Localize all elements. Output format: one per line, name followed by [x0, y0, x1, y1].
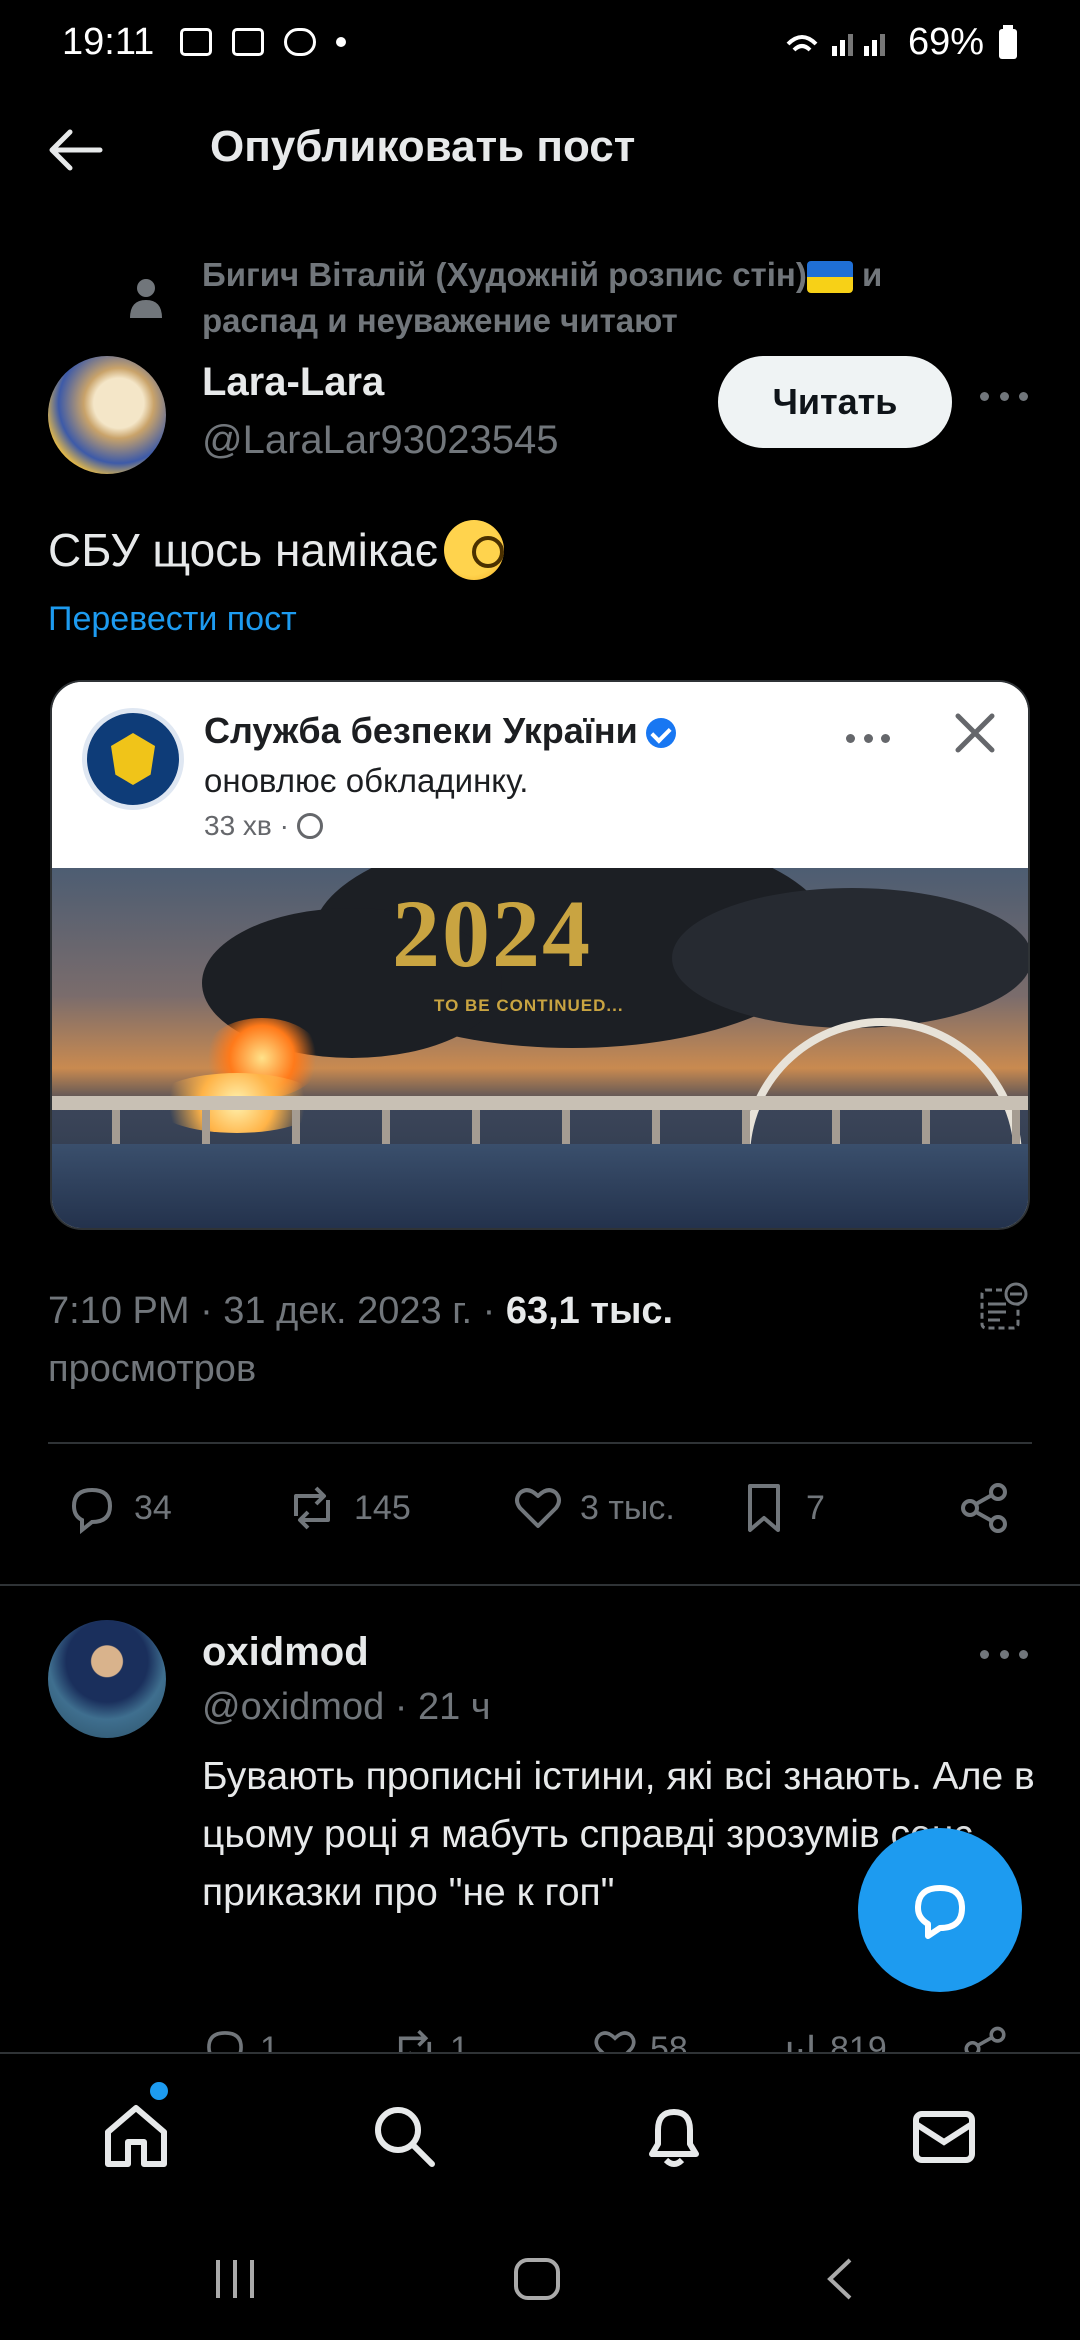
repost-count: 145 [354, 1488, 411, 1527]
gallery-icon [232, 28, 265, 56]
compose-icon [915, 1885, 965, 1939]
analytics-icon[interactable] [978, 1282, 1028, 1332]
translate-link[interactable]: Перевести пост [48, 600, 297, 639]
more-icon[interactable] [980, 1644, 1028, 1664]
signal-icon [786, 34, 885, 56]
card-subtitle: оновлює обкладинку. [204, 762, 529, 799]
post-date: 7:10 PM · 31 дек. 2023 г. · [48, 1290, 506, 1332]
post-text: СБУ щось намікає [48, 520, 505, 580]
monocle-emoji-icon [444, 520, 505, 580]
reply-author-handle[interactable]: @oxidmod · 21 ч [202, 1686, 491, 1729]
facebook-post-header: Служба безпеки України оновлює обкладинк… [52, 682, 1028, 868]
person-icon [130, 279, 162, 318]
repost-icon [294, 1486, 330, 1530]
like-count: 3 тыс. [580, 1488, 675, 1527]
like-button[interactable]: 3 тыс. [510, 1480, 675, 1536]
reply-action-bar: 1 1 58 819 [200, 2016, 1020, 2056]
smoke-cloud [672, 888, 1028, 1028]
post-text-content: СБУ щось намікає [48, 524, 439, 576]
avatar[interactable] [48, 1620, 166, 1738]
page-title: Опубликовать пост [210, 122, 636, 171]
views-count: 63,1 тыс. [505, 1290, 674, 1332]
share-button[interactable] [956, 1480, 1012, 1536]
bookmark-button[interactable]: 7 [736, 1480, 825, 1536]
messages-icon[interactable] [908, 2100, 980, 2172]
post-author: Lara-Lara @LaraLar93023545 Читать [48, 356, 1048, 476]
social-context-names: Бигич Віталій (Художній розпис стін) [202, 256, 807, 293]
social-context[interactable]: Бигич Віталій (Художній розпис стін) и р… [128, 252, 988, 344]
reply-count: 34 [134, 1488, 172, 1527]
top-bar: Опубликовать пост [0, 110, 1080, 190]
home-notification-dot [150, 2082, 168, 2100]
social-context-text: Бигич Віталій (Художній розпис стін) и р… [202, 252, 988, 344]
compose-button[interactable] [858, 1828, 1022, 1992]
image-caption: TO BE CONTINUED... [434, 996, 624, 1015]
status-right: 69% [784, 21, 1018, 64]
card-org-label: Служба безпеки України [204, 710, 638, 751]
more-notifications-icon [336, 37, 347, 47]
back-button-icon[interactable] [820, 2256, 860, 2302]
card-meta-time: 33 хв · [204, 810, 289, 841]
sbu-logo [82, 708, 184, 810]
post-timestamp: 7:10 PM · 31 дек. 2023 г. · 63,1 тыс. пр… [48, 1282, 768, 1398]
bookmark-count: 7 [806, 1488, 825, 1527]
card-org-name: Служба безпеки України [204, 710, 676, 752]
search-icon[interactable] [368, 2100, 440, 2172]
status-time: 19:11 [62, 20, 155, 63]
notification-icons [180, 28, 347, 56]
bridge-explosion-image: 2024 TO BE CONTINUED... [52, 868, 1028, 1228]
more-icon [846, 734, 890, 746]
bottom-navigation [0, 2052, 1080, 2212]
globe-icon [296, 813, 323, 839]
home-button-icon[interactable] [512, 2256, 562, 2302]
action-bar: 34 145 3 тыс. 7 [64, 1480, 1024, 1550]
reply-icon [71, 1487, 113, 1535]
more-icon[interactable] [980, 386, 1028, 406]
system-navigation [0, 2212, 1080, 2340]
like-icon [515, 1488, 561, 1528]
author-name[interactable]: Lara-Lara [202, 360, 384, 405]
reply-button[interactable]: 34 [64, 1480, 172, 1536]
card-meta: 33 хв · [204, 810, 323, 842]
views-label: просмотров [48, 1348, 257, 1390]
battery-percent: 69% [907, 20, 984, 63]
post-media[interactable]: Служба безпеки України оновлює обкладинк… [50, 680, 1030, 1230]
author-handle[interactable]: @LaraLar93023545 [202, 418, 558, 463]
notifications-icon[interactable] [638, 2100, 710, 2172]
divider [48, 1442, 1032, 1444]
screenshot-icon [180, 28, 213, 56]
reply-author-name[interactable]: oxidmod [202, 1630, 369, 1675]
ukraine-flag-icon [806, 261, 853, 294]
bookmark-icon [748, 1484, 780, 1532]
repost-button[interactable]: 145 [284, 1480, 411, 1536]
recent-apps-icon[interactable] [210, 2256, 260, 2302]
status-bar: 19:11 69% [0, 0, 1080, 84]
share-icon [961, 1483, 1007, 1533]
verified-icon [645, 718, 676, 749]
image-year: 2024 [392, 880, 592, 987]
divider [0, 1584, 1080, 1586]
back-arrow-icon[interactable] [48, 128, 104, 172]
avatar[interactable] [48, 356, 166, 474]
bridge-deck [52, 1096, 1028, 1110]
home-icon[interactable] [100, 2100, 172, 2172]
close-icon [955, 713, 995, 753]
follow-button[interactable]: Читать [718, 356, 952, 448]
sea [52, 1144, 1028, 1228]
cloud-icon [284, 28, 317, 56]
battery-icon [999, 25, 1017, 59]
